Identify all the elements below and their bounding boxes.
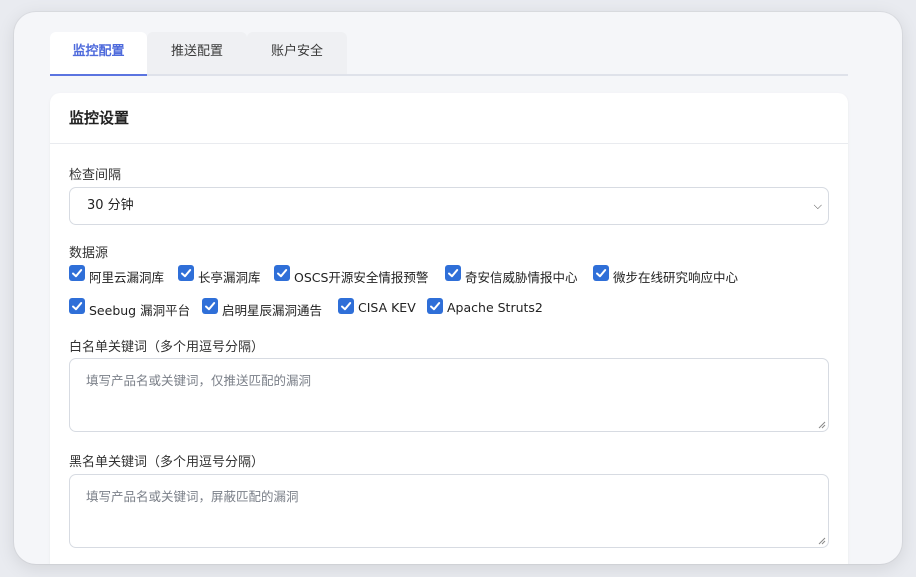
interval-select[interactable]: 30 分钟 ⌵ [69,187,829,225]
tab-monitor-config[interactable]: 监控配置 [50,32,147,76]
tab-account-security[interactable]: 账户安全 [247,32,347,74]
whitelist-placeholder: 填写产品名或关键词，仅推送匹配的漏洞 [86,373,312,388]
whitelist-label: 白名单关键词（多个用逗号分隔） [69,340,265,355]
source-label: 阿里云漏洞库 [89,270,165,285]
source-label: 长亭漏洞库 [198,270,261,285]
tab-push-config[interactable]: 推送配置 [147,32,247,74]
checkbox-checked-icon [202,298,218,314]
source-label: Apache Struts2 [447,300,543,315]
checkbox-checked-icon [593,265,609,281]
blacklist-textarea[interactable]: 填写产品名或关键词，屏蔽匹配的漏洞 [69,474,829,548]
source-label: 启明星辰漏洞通告 [222,303,323,318]
source-label: CISA KEV [358,300,416,315]
checkbox-checked-icon [445,265,461,281]
blacklist-placeholder: 填写产品名或关键词，屏蔽匹配的漏洞 [86,489,299,504]
blacklist-label: 黑名单关键词（多个用逗号分隔） [69,455,265,470]
source-label: OSCS开源安全情报预警 [294,270,429,285]
resize-grip-icon[interactable] [818,537,826,545]
checkbox-checked-icon [338,298,354,314]
checkbox-checked-icon [178,265,194,281]
checkbox-checked-icon [274,265,290,281]
source-label: 微步在线研究响应中心 [613,270,739,285]
app-window: 监控配置 推送配置 账户安全 监控设置 检查间隔 30 分钟 ⌵ 数据源 阿里云… [14,12,902,564]
monitor-settings-card: 监控设置 检查间隔 30 分钟 ⌵ 数据源 阿里云漏洞库 长亭漏洞库 OSCS开… [50,93,848,564]
checkbox-checked-icon [427,298,443,314]
interval-label: 检查间隔 [69,168,122,183]
resize-grip-icon[interactable] [818,421,826,429]
source-label: 奇安信威胁情报中心 [465,270,578,285]
sources-label: 数据源 [69,246,109,261]
whitelist-textarea[interactable]: 填写产品名或关键词，仅推送匹配的漏洞 [69,358,829,432]
chevron-down-icon: ⌵ [813,199,822,212]
card-title: 监控设置 [50,93,848,144]
checkbox-checked-icon [69,298,85,314]
source-label: Seebug 漏洞平台 [89,303,191,318]
checkbox-checked-icon [69,265,85,281]
interval-value: 30 分钟 [87,198,134,213]
tab-bar: 监控配置 推送配置 账户安全 [50,32,848,76]
